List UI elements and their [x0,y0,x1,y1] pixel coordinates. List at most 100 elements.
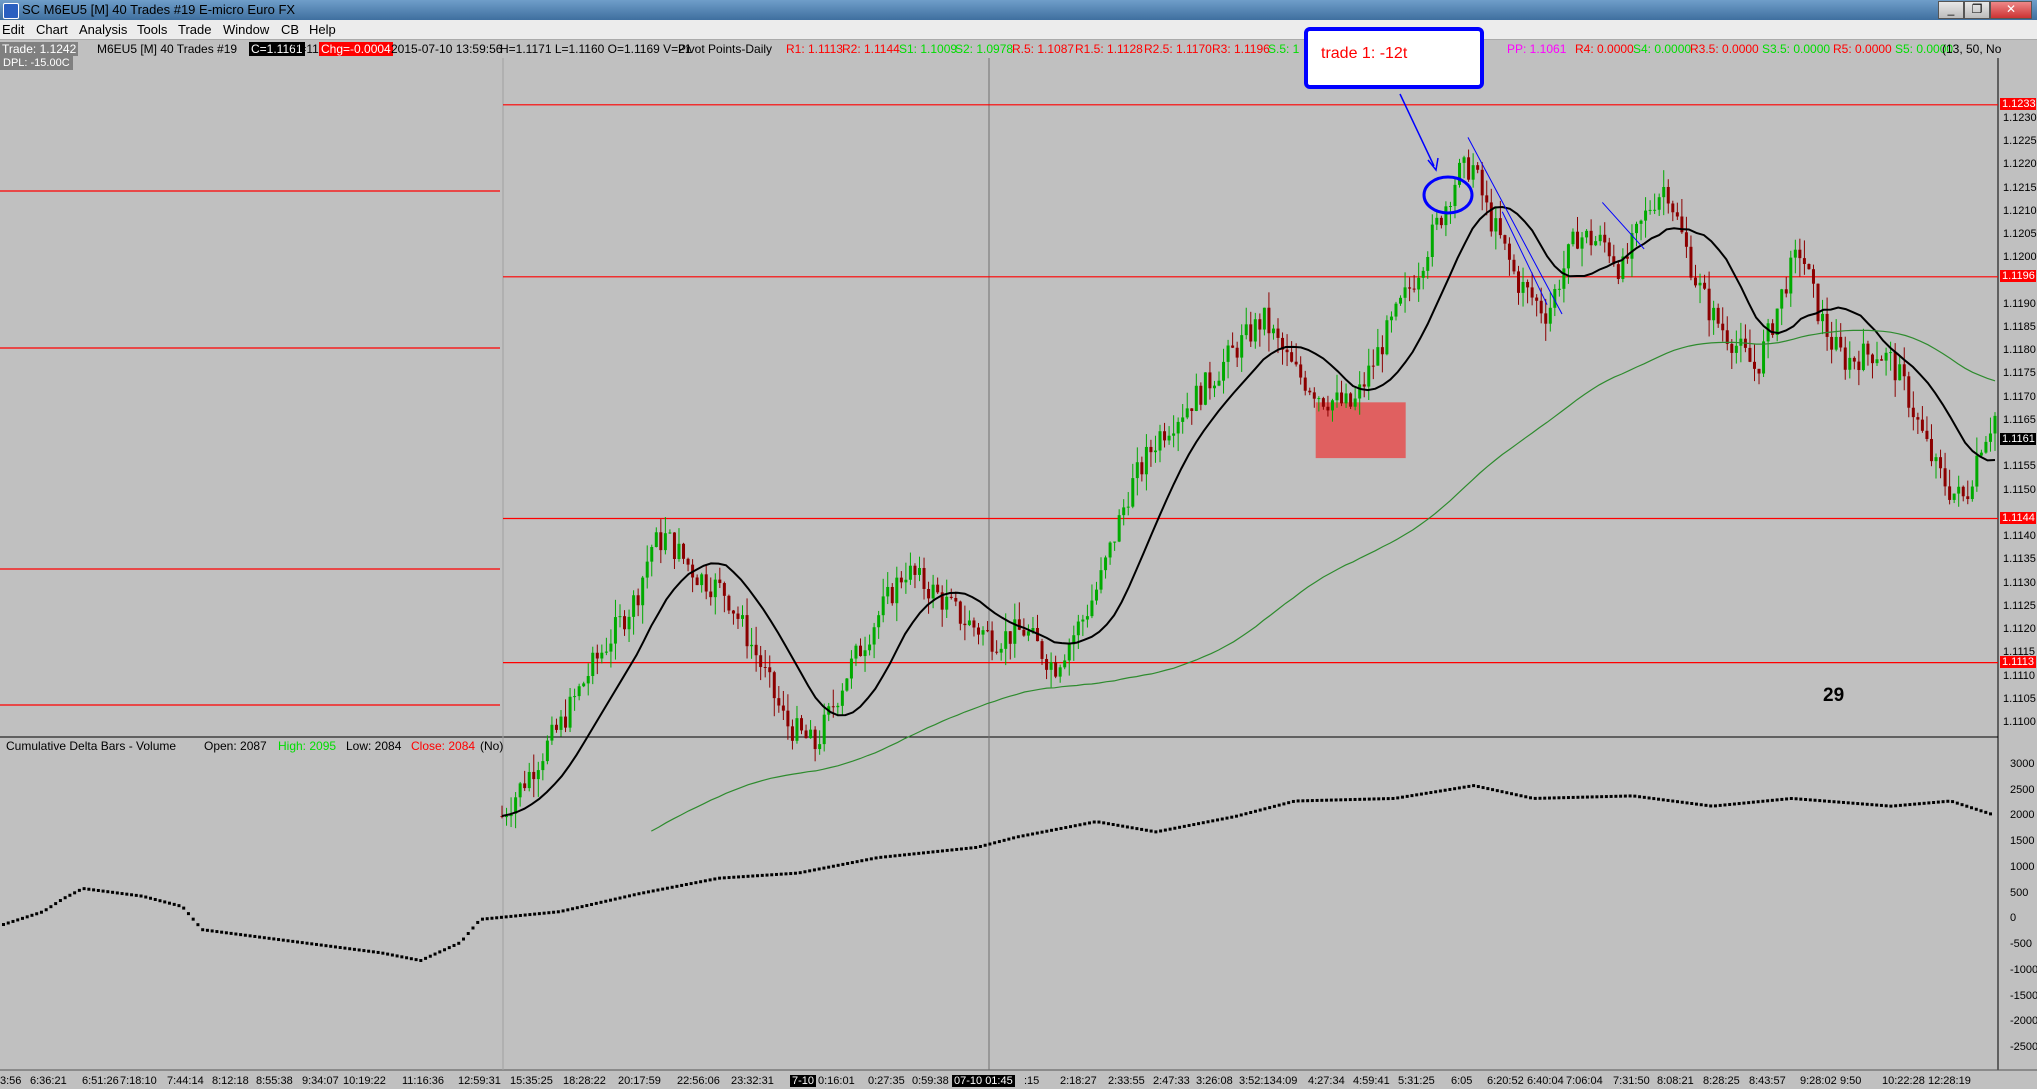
delta-bar [1761,799,1765,803]
delta-bar [2,923,5,927]
delta-bar [1111,823,1115,827]
delta-bar [253,934,257,938]
delta-bar [134,893,138,897]
pivot-s3-5: S3.5: 0.0000 [1762,42,1831,56]
delta-bar [1595,795,1599,799]
delta-bar [699,880,703,884]
price-tick-label: 1.1170 [2003,390,2036,403]
delta-bar [869,857,873,861]
delta-bar [1268,806,1272,810]
candle-body [1040,641,1044,659]
delta-bar [87,887,91,891]
delta-bar [1154,830,1158,834]
delta-bar [523,913,527,917]
candle-body [736,613,740,619]
delta-bar [1035,831,1039,835]
delta-bar [77,888,81,892]
delta-bar [333,945,337,949]
candle-body [777,698,781,706]
delta-bar [884,855,888,859]
delta-bar [1846,801,1850,805]
candle-body [1181,417,1185,422]
candle-body [818,744,822,750]
candle-body [1939,457,1943,469]
candle-body [750,644,754,647]
time-tick-label: :15 [1024,1075,1040,1087]
candle-body [1811,269,1815,284]
delta-bar [177,904,181,908]
price-tick-label: 1.1165 [2003,413,2036,426]
delta-bar [1230,815,1234,819]
candle-body [1240,335,1244,358]
delta-bar [1713,804,1717,808]
delta-no: (No) [480,739,504,753]
delta-high: High: 2095 [278,739,337,753]
delta-bar [874,856,878,860]
trendline-1 [1467,137,1563,315]
candle-body [1058,667,1062,677]
chart-info-bar: Trade: 1.1242 M6EU5 [M] 40 Trades #19 C=… [0,40,2001,58]
candle-body [1948,486,1952,500]
candle-body [1203,372,1207,405]
delta-bar [1614,794,1618,798]
candle-body [1671,203,1675,213]
delta-bar [1400,795,1404,799]
candle-body [541,761,545,771]
time-tick-label: 4:27:34 [1308,1075,1345,1087]
delta-bar [1149,829,1153,833]
delta-bar [248,934,252,938]
delta-bar [471,926,475,930]
delta-bar [850,861,854,865]
candle-body [645,561,649,578]
delta-bar [1016,835,1020,839]
bar-counter: 29 [1823,685,1845,706]
delta-bar [760,873,764,877]
delta-bar [381,951,385,955]
delta-bar [1239,813,1243,817]
candle-body [1290,352,1294,362]
delta-bar [879,855,883,859]
candle-body [1453,184,1457,207]
candle-body [936,584,940,593]
delta-bar [305,941,309,945]
candle-body [1480,169,1484,196]
delta-bar [1092,820,1096,824]
candle-body [1644,210,1648,221]
delta-bar [651,889,655,893]
pivot-r4: R4: 0.0000 [1575,42,1634,56]
delta-bar [1315,798,1319,802]
delta-bar [1955,801,1959,805]
candle-body [1439,217,1443,226]
candle-body [1666,186,1670,204]
candle-body [1780,289,1784,309]
delta-bar [1889,804,1893,808]
trade-price: Trade: 1.1242 [0,42,79,56]
candle-body [1684,232,1688,247]
delta-bar [16,918,20,922]
delta-bar [1021,834,1025,838]
candle-body [1721,323,1725,331]
candle-body [1367,365,1371,387]
delta-bar [1737,802,1741,806]
candle-body [1571,231,1575,245]
price-tick-label: 1.1150 [2003,483,2036,496]
chart-canvas[interactable] [0,0,2037,1089]
delta-bar [1173,826,1177,830]
candle-body [899,577,903,583]
time-tick-label: 7:06:04 [1566,1075,1603,1087]
delta-bar [1083,822,1087,826]
delta-tick-label: -2000 [2010,1015,2037,1028]
delta-bar [58,899,62,903]
candle-body [904,579,908,583]
candle-body [1113,541,1117,543]
delta-bar [73,891,77,895]
delta-bar [627,894,631,898]
delta-bar [1799,797,1803,801]
candle-body [1675,212,1679,217]
delta-bar [656,888,660,892]
candle-body [573,696,577,698]
candle-body [1140,462,1144,475]
delta-bar [286,939,290,943]
delta-bar [1391,796,1395,800]
delta-bar [1970,806,1974,810]
